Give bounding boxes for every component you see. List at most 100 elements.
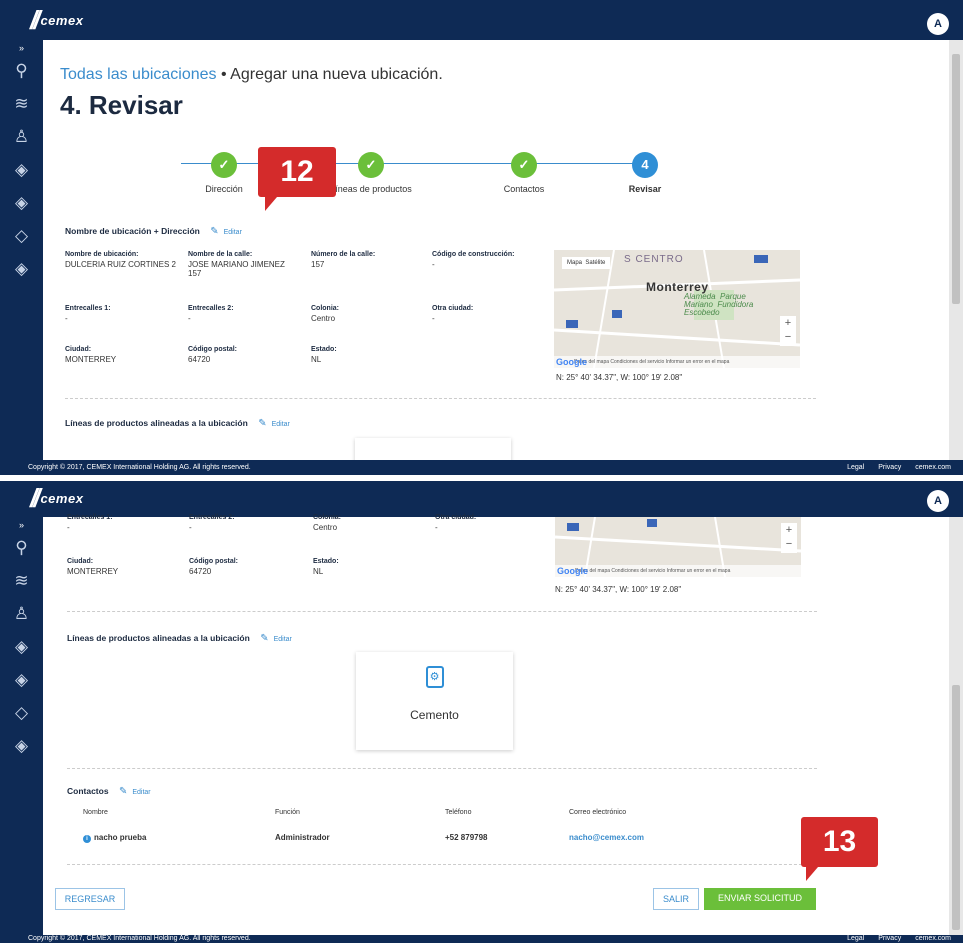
column-header: Teléfono — [445, 809, 472, 816]
location-map[interactable]: Mapa Satélite S CENTRO Monterrey Alameda… — [554, 250, 800, 368]
field-city: Ciudad: MONTERREY — [67, 558, 119, 576]
location-icon[interactable]: ⚲ — [0, 54, 43, 87]
divider — [67, 864, 817, 865]
info-icon[interactable]: i — [83, 835, 91, 843]
divider — [67, 611, 817, 612]
edit-contacts-link[interactable]: ✎ Editar — [118, 786, 151, 797]
zoom-out-icon[interactable]: − — [781, 537, 797, 551]
contacts-table: Nombre Función Teléfono Correo electróni… — [67, 809, 817, 849]
tag-alt-icon[interactable]: ◇ — [0, 219, 43, 252]
footer: Copyright © 2017, CEMEX International Ho… — [0, 460, 963, 475]
callout-tail — [806, 867, 830, 881]
back-button[interactable]: REGRESAR — [55, 888, 125, 910]
layers-alt-icon[interactable]: ◈ — [0, 663, 43, 696]
tag-icon[interactable]: ◈ — [0, 153, 43, 186]
page-title: 4. Revisar — [60, 90, 183, 120]
contact-name: i nacho prueba — [83, 833, 146, 843]
footer-links: Legal Privacy cemex.com — [847, 935, 951, 943]
contact-role: Administrador — [275, 833, 330, 842]
field-state: Estado: NL — [311, 346, 337, 364]
user-icon[interactable]: ♙ — [0, 120, 43, 153]
footer-link-cemex[interactable]: cemex.com — [915, 460, 951, 475]
main-content: Todas las ubicaciones • Agregar una nuev… — [43, 40, 949, 468]
field-between-1: Entrecalles 1: - — [65, 305, 111, 323]
side-nav: » ⚲ ≋ ♙ ◈ ◈ ◇ ◈ — [0, 517, 43, 935]
field-between-1: Entrecalles 1: - — [67, 514, 113, 532]
google-logo: Google — [557, 566, 588, 576]
field-other-city: Otra ciudad: - — [432, 305, 474, 323]
pencil-icon: ✎ — [118, 786, 128, 797]
breadcrumb-separator: • — [221, 66, 227, 83]
cemex-logo[interactable]: // cemex — [30, 485, 83, 511]
submit-request-button[interactable]: ENVIAR SOLICITUD — [704, 888, 816, 910]
nav-expand-icon[interactable]: » — [0, 519, 43, 531]
map-zoom-control[interactable]: + − — [780, 316, 796, 346]
divider — [67, 768, 817, 769]
avatar[interactable]: A — [927, 490, 949, 512]
zoom-in-icon[interactable]: + — [781, 523, 797, 537]
scrollbar[interactable] — [949, 40, 963, 460]
field-other-city: Otra ciudad: - — [435, 514, 477, 532]
layers-alt-icon[interactable]: ◈ — [0, 186, 43, 219]
pencil-icon: ✎ — [210, 226, 219, 237]
field-city: Ciudad: MONTERREY — [65, 346, 117, 364]
step-label: Revisar — [628, 184, 662, 194]
footer-link-cemex[interactable]: cemex.com — [915, 935, 951, 943]
top-bar: // cemex A — [0, 481, 963, 517]
scrollbar[interactable] — [949, 517, 963, 935]
products-section-title: Líneas de productos alineadas a la ubica… — [65, 418, 290, 429]
zoom-out-icon[interactable]: − — [780, 330, 796, 344]
cement-icon: ⚙ — [425, 666, 444, 688]
contact-email[interactable]: nacho@cemex.com — [569, 833, 644, 842]
scrollbar-thumb[interactable] — [952, 54, 960, 304]
field-postal-code: Código postal: 64720 — [189, 558, 238, 576]
check-icon: ✓ — [211, 152, 237, 178]
location-icon[interactable]: ⚲ — [0, 531, 43, 564]
edit-products-link[interactable]: ✎ Editar — [258, 418, 290, 429]
step-label: Contactos — [503, 184, 545, 194]
product-label: Cemento — [410, 708, 459, 722]
scrollbar-thumb[interactable] — [952, 685, 960, 930]
screenshot-panel-top: // cemex A » ⚲ ≋ ♙ ◈ ◈ ◇ ◈ Todas las ubi… — [0, 0, 963, 475]
main-content: Entrecalles 1: - Entrecalles 2: - Coloni… — [43, 514, 949, 935]
map-coordinates: N: 25° 40' 34.37", W: 100° 19' 2.08" — [555, 585, 682, 594]
field-between-2: Entrecalles 2: - — [189, 514, 235, 532]
cemex-logo[interactable]: // cemex — [30, 7, 83, 33]
exit-button[interactable]: SALIR — [653, 888, 699, 910]
layers-icon[interactable]: ≋ — [0, 87, 43, 120]
footer-link-legal[interactable]: Legal — [847, 935, 864, 943]
map-zoom-control[interactable]: + − — [781, 523, 797, 553]
breadcrumb: Todas las ubicaciones • Agregar una nuev… — [60, 66, 443, 84]
zoom-in-icon[interactable]: + — [780, 316, 796, 330]
step-revisar[interactable]: 4 Revisar — [585, 152, 705, 194]
location-map[interactable]: + − Datos del mapa Condiciones del servi… — [555, 517, 801, 577]
check-icon: ✓ — [511, 152, 537, 178]
tag-outline-icon[interactable]: ◈ — [0, 252, 43, 285]
field-street-number: Número de la calle: 157 — [311, 251, 376, 269]
step-contactos[interactable]: ✓ Contactos — [464, 152, 584, 194]
map-type-toggle[interactable]: Mapa Satélite — [562, 257, 611, 269]
field-colonia: Colonia: Centro — [313, 514, 341, 532]
side-nav: » ⚲ ≋ ♙ ◈ ◈ ◇ ◈ — [0, 40, 43, 460]
product-card-cemento[interactable]: ⚙ Cemento — [356, 652, 513, 750]
footer-link-legal[interactable]: Legal — [847, 460, 864, 475]
footer-links: Legal Privacy cemex.com — [847, 460, 951, 475]
contacts-section-title: Contactos ✎ Editar — [67, 786, 151, 797]
table-row[interactable]: i nacho prueba Administrador +52 879798 n… — [67, 827, 817, 847]
layers-icon[interactable]: ≋ — [0, 564, 43, 597]
user-icon[interactable]: ♙ — [0, 597, 43, 630]
edit-products-link[interactable]: ✎ Editar — [260, 633, 292, 644]
avatar[interactable]: A — [927, 13, 949, 35]
footer-link-privacy[interactable]: Privacy — [878, 460, 901, 475]
check-icon: ✓ — [358, 152, 384, 178]
breadcrumb-link-all-locations[interactable]: Todas las ubicaciones — [60, 66, 217, 83]
edit-address-link[interactable]: ✎ Editar — [210, 226, 242, 237]
column-header: Nombre — [83, 809, 108, 816]
tag-outline-icon[interactable]: ◈ — [0, 729, 43, 762]
nav-expand-icon[interactable]: » — [0, 42, 43, 54]
field-colonia: Colonia: Centro — [311, 305, 339, 323]
tag-icon[interactable]: ◈ — [0, 630, 43, 663]
tag-alt-icon[interactable]: ◇ — [0, 696, 43, 729]
footer: Copyright © 2017, CEMEX International Ho… — [0, 935, 963, 943]
footer-link-privacy[interactable]: Privacy — [878, 935, 901, 943]
